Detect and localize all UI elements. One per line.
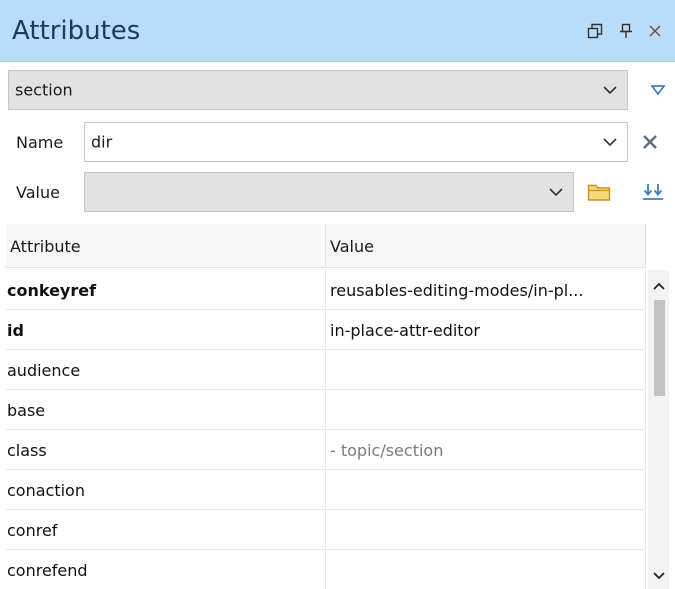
attribute-name-cell: conref <box>6 510 326 550</box>
table-row[interactable]: id in-place-attr-editor <box>6 310 646 350</box>
table-row[interactable]: conkeyref reusables-editing-modes/in-pl.… <box>6 270 646 310</box>
filter-triangle-icon[interactable] <box>648 80 668 100</box>
table-header: Attribute Value <box>6 224 646 268</box>
column-header-attribute[interactable]: Attribute <box>6 224 326 268</box>
table-row[interactable]: audience <box>6 350 646 390</box>
attribute-value-cell[interactable]: - topic/section <box>326 430 646 470</box>
folder-icon[interactable] <box>586 180 612 204</box>
attributes-table: Attribute Value conkeyref reusables-edit… <box>6 224 675 589</box>
attribute-value-cell[interactable] <box>326 390 646 430</box>
table-row[interactable]: conaction <box>6 470 646 510</box>
value-label: Value <box>16 183 60 202</box>
attribute-value-cell[interactable] <box>326 350 646 390</box>
table-body: conkeyref reusables-editing-modes/in-pl.… <box>6 270 646 589</box>
attribute-name-cell: conrefend <box>6 550 326 589</box>
restore-window-icon[interactable] <box>586 22 604 40</box>
attribute-name-cell: conaction <box>6 470 326 510</box>
column-header-value[interactable]: Value <box>326 224 646 268</box>
attribute-value-cell[interactable] <box>326 550 646 589</box>
chevron-down-icon <box>603 138 617 147</box>
table-row[interactable]: class - topic/section <box>6 430 646 470</box>
remove-x-icon[interactable] <box>638 130 662 154</box>
attribute-value-cell[interactable]: reusables-editing-modes/in-pl... <box>326 270 646 310</box>
attribute-value-cell[interactable] <box>326 470 646 510</box>
attribute-name-cell: audience <box>6 350 326 390</box>
pin-icon[interactable] <box>617 22 635 40</box>
attribute-name-cell: base <box>6 390 326 430</box>
close-icon[interactable] <box>646 22 664 40</box>
scroll-up-arrow-icon[interactable] <box>648 276 669 296</box>
scrollbar-thumb[interactable] <box>654 300 665 396</box>
element-selector-value: section <box>15 80 73 100</box>
value-combo[interactable] <box>84 172 574 212</box>
attribute-name-cell: conkeyref <box>6 270 326 310</box>
element-selector-combo[interactable]: section <box>8 70 628 110</box>
attribute-value-cell[interactable] <box>326 510 646 550</box>
attribute-name-cell: id <box>6 310 326 350</box>
name-combo-value: dir <box>91 132 113 152</box>
table-row[interactable]: conref <box>6 510 646 550</box>
panel-titlebar: Attributes <box>0 0 675 62</box>
attribute-name-cell: class <box>6 430 326 470</box>
apply-down-arrows-icon[interactable] <box>640 180 666 204</box>
attribute-value-cell[interactable]: in-place-attr-editor <box>326 310 646 350</box>
name-label: Name <box>16 133 64 152</box>
table-row[interactable]: base <box>6 390 646 430</box>
panel-title: Attributes <box>12 16 141 46</box>
table-row[interactable]: conrefend <box>6 550 646 589</box>
chevron-down-icon <box>549 188 563 197</box>
name-combo[interactable]: dir <box>84 122 628 162</box>
scroll-down-arrow-icon[interactable] <box>648 566 669 586</box>
chevron-down-icon <box>603 86 617 95</box>
